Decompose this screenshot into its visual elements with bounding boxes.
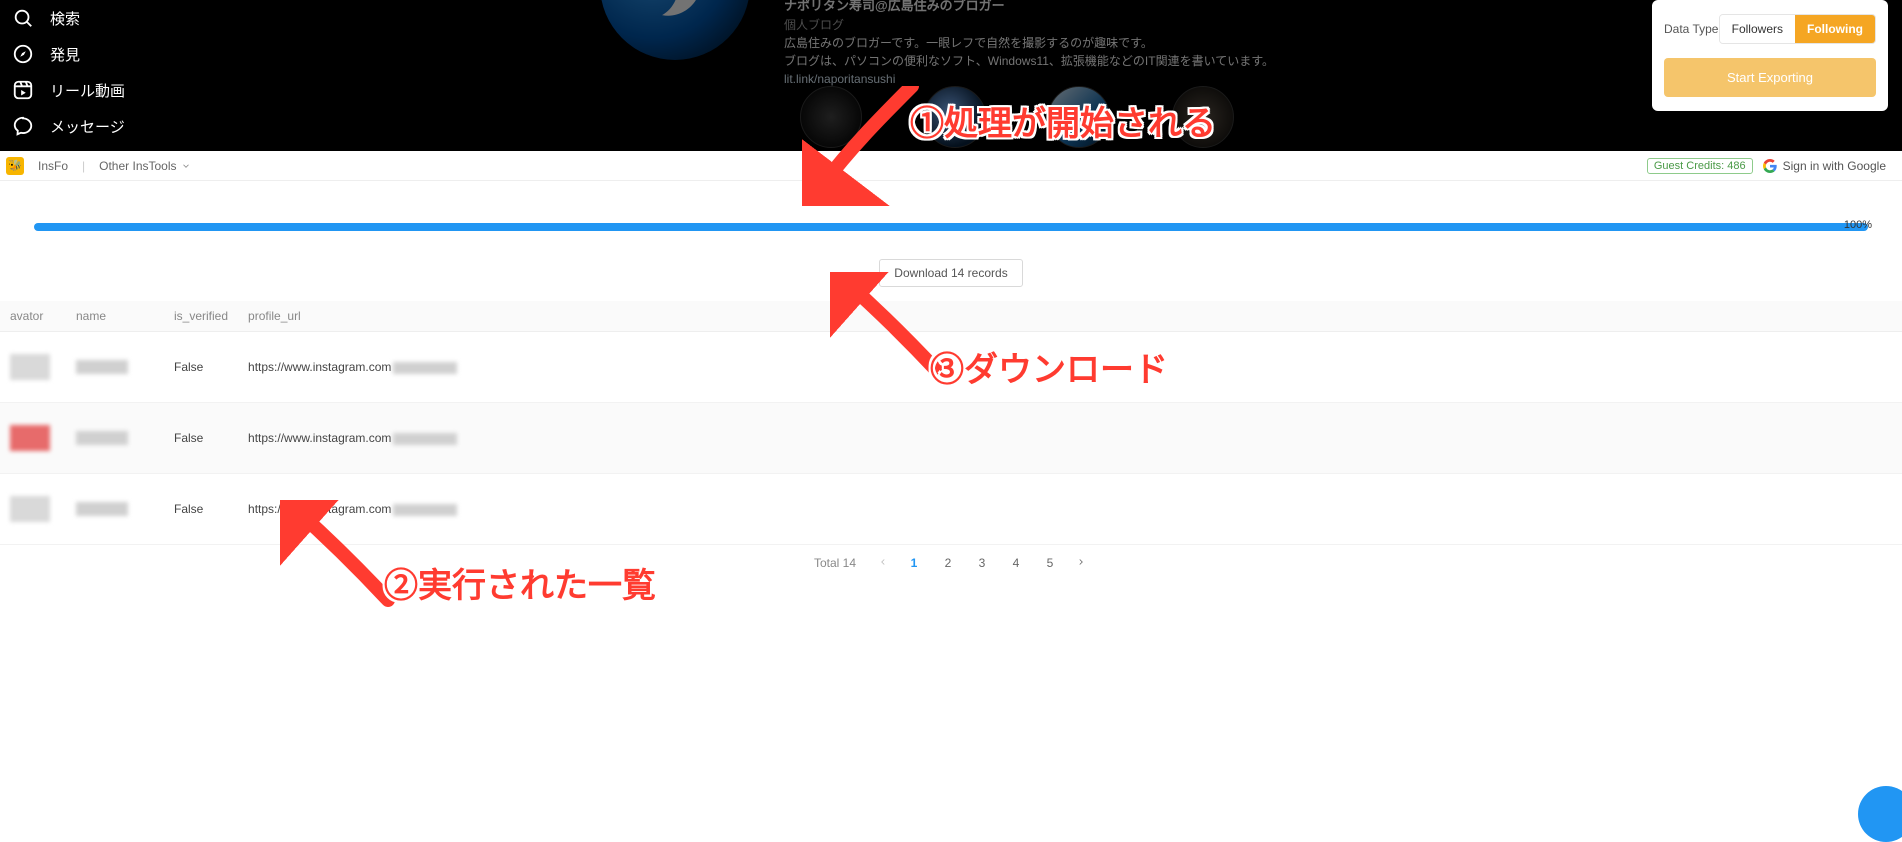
name-cell — [76, 431, 128, 445]
sidebar-item-messages[interactable]: メッセージ — [12, 108, 198, 144]
pagination-total: Total 14 — [814, 556, 856, 570]
profile-url-prefix: https://www.instagram.com — [248, 502, 391, 516]
name-cell — [76, 360, 128, 374]
th-profile-url: profile_url — [238, 301, 1902, 332]
profile-url-prefix: https://www.instagram.com — [248, 360, 391, 374]
sidebar-item-label: 検索 — [50, 8, 80, 29]
chevron-right-icon — [1076, 557, 1086, 567]
sidebar-item-explore[interactable]: 発見 — [12, 36, 198, 72]
other-instools-dropdown[interactable]: Other InsTools — [99, 159, 190, 173]
sign-in-label: Sign in with Google — [1783, 159, 1886, 173]
sidebar-item-reels[interactable]: リール動画 — [12, 72, 198, 108]
sidebar-item-label: 発見 — [50, 44, 80, 65]
progress-bar-wrap: 100% — [34, 223, 1868, 237]
profile-url-cell[interactable]: https://www.instagram.com — [238, 332, 1902, 403]
table-row: False https://www.instagram.com — [0, 332, 1902, 403]
separator: | — [82, 159, 85, 173]
url-obscured — [393, 433, 457, 445]
pagination-page[interactable]: 3 — [972, 553, 992, 573]
pagination-page[interactable]: 1 — [904, 553, 924, 573]
insfo-logo-icon: 🐝 — [6, 157, 24, 175]
pagination-page[interactable]: 2 — [938, 553, 958, 573]
chevron-left-icon — [878, 557, 888, 567]
is-verified-cell: False — [164, 332, 238, 403]
th-is-verified: is_verified — [164, 301, 238, 332]
is-verified-cell: False — [164, 474, 238, 545]
messenger-icon — [12, 115, 34, 137]
avatar-thumb — [10, 425, 50, 451]
pagination-next[interactable] — [1074, 554, 1088, 572]
url-obscured — [393, 362, 457, 374]
pagination-page[interactable]: 4 — [1006, 553, 1026, 573]
progress-bar — [34, 223, 1868, 231]
reels-icon — [12, 79, 34, 101]
results-table: avator name is_verified profile_url Fals… — [0, 301, 1902, 545]
sidebar-item-label: リール動画 — [50, 80, 125, 101]
sign-in-google-button[interactable]: Sign in with Google — [1763, 159, 1886, 173]
start-exporting-button[interactable]: Start Exporting — [1664, 58, 1876, 97]
data-type-label: Data Type — [1664, 22, 1718, 36]
name-cell — [76, 502, 128, 516]
google-icon — [1763, 159, 1777, 173]
dim-overlay — [210, 0, 1902, 151]
option-following[interactable]: Following — [1795, 15, 1875, 43]
th-avator: avator — [0, 301, 66, 332]
results-table-wrap: avator name is_verified profile_url Fals… — [0, 301, 1902, 545]
sidebar-item-label: メッセージ — [50, 116, 125, 137]
sidebar-item-search[interactable]: 検索 — [12, 0, 198, 36]
avatar-thumb — [10, 496, 50, 522]
data-type-toggle: Followers Following — [1719, 14, 1876, 44]
instagram-top-region: 検索 発見 リール動画 メッセージ ナポリタン寿司@広島住みのブロガー 個人ブロ… — [0, 0, 1902, 151]
insfo-toolbar: 🐝 InsFo | Other InsTools Guest Credits: … — [0, 151, 1902, 181]
pagination: Total 14 1 2 3 4 5 — [0, 553, 1902, 573]
compass-icon — [12, 43, 34, 65]
guest-credits-badge: Guest Credits: 486 — [1647, 158, 1753, 174]
is-verified-cell: False — [164, 403, 238, 474]
instagram-sidebar: 検索 発見 リール動画 メッセージ — [0, 0, 210, 151]
pagination-prev[interactable] — [876, 554, 890, 572]
search-icon — [12, 7, 34, 29]
table-row: False https://www.instagram.com — [0, 403, 1902, 474]
option-followers[interactable]: Followers — [1720, 15, 1795, 43]
profile-url-cell[interactable]: https://www.instagram.com — [238, 474, 1902, 545]
pagination-page[interactable]: 5 — [1040, 553, 1060, 573]
avatar-thumb — [10, 354, 50, 380]
table-row: False https://www.instagram.com — [0, 474, 1902, 545]
profile-url-cell[interactable]: https://www.instagram.com — [238, 403, 1902, 474]
insfo-brand: InsFo — [38, 159, 68, 173]
download-records-button[interactable]: Download 14 records — [879, 259, 1022, 287]
chevron-down-icon — [181, 161, 191, 171]
export-panel: Data Type Followers Following Start Expo… — [1652, 0, 1888, 111]
other-instools-label: Other InsTools — [99, 159, 176, 173]
th-name: name — [66, 301, 164, 332]
progress-percent: 100% — [1844, 219, 1872, 231]
url-obscured — [393, 504, 457, 516]
chat-fab-button[interactable] — [1858, 786, 1902, 842]
profile-url-prefix: https://www.instagram.com — [248, 431, 391, 445]
